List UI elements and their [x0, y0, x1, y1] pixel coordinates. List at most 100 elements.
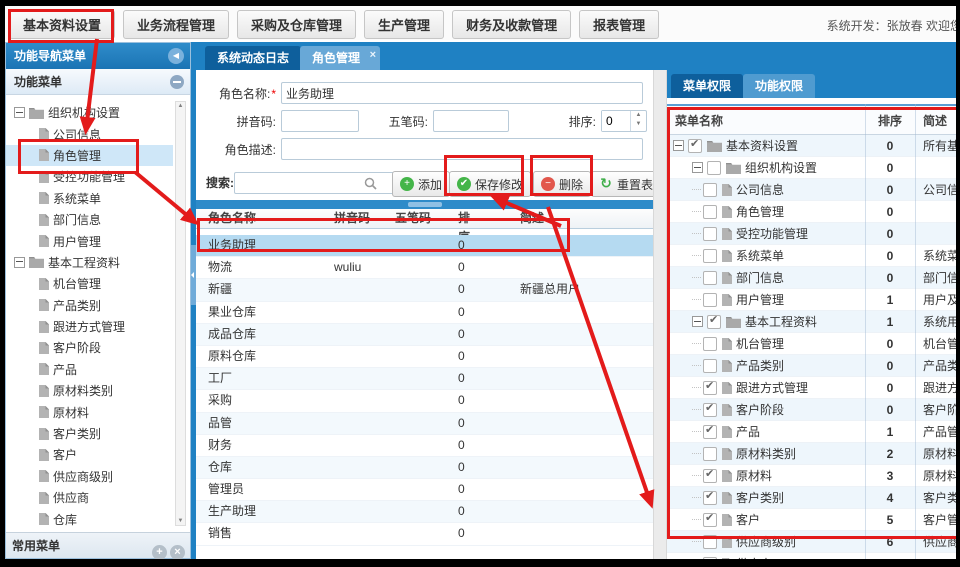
permission-tree-row[interactable]: 角色管理 0 [667, 201, 956, 223]
permission-tree-row[interactable]: 供应商 [667, 553, 956, 559]
role-table-row[interactable]: 成品仓库 0 [196, 324, 653, 346]
sidebar-tree-item[interactable]: 客户阶段 [6, 337, 173, 358]
step-up-icon[interactable]: ▲ [631, 111, 646, 120]
function-menu-header[interactable]: 功能菜单 [6, 69, 190, 95]
permission-tree-row[interactable]: 基本工程资料 1 系统用 [667, 311, 956, 333]
role-table-row[interactable]: 仓库 0 [196, 457, 653, 479]
permission-tree-row[interactable]: 基本资料设置 0 所有基 [667, 135, 956, 157]
sidebar-tree-item[interactable]: 产品 [6, 359, 173, 380]
permission-tree-row[interactable]: 用户管理 1 用户及 [667, 289, 956, 311]
sidebar-tree-item[interactable]: 受控功能管理 [6, 166, 173, 187]
column-menu-name[interactable]: 菜单名称 [675, 112, 723, 129]
column-desc[interactable]: 简述 [520, 209, 544, 228]
wubi-input[interactable] [433, 110, 509, 132]
top-menu-item[interactable]: 财务及收款管理 [452, 10, 571, 39]
scroll-down-icon[interactable]: ▼ [176, 518, 185, 524]
tree-collapse-icon[interactable] [14, 257, 25, 268]
role-table-row[interactable]: 物流 wuliu 0 [196, 257, 653, 279]
permission-tree-row[interactable]: 客户类别 4 客户类 [667, 487, 956, 509]
tree-collapse-icon[interactable] [14, 107, 25, 118]
toolbar-button[interactable]: − 删除 [533, 171, 591, 197]
permission-tree-row[interactable]: 产品 1 产品管 [667, 421, 956, 443]
horizontal-scrollbar[interactable] [196, 200, 653, 209]
permission-checkbox[interactable] [707, 315, 721, 329]
sidebar-tree-item[interactable]: 客户 [6, 444, 173, 465]
permission-checkbox[interactable] [703, 249, 717, 263]
permission-checkbox[interactable] [703, 535, 717, 549]
permission-tree-row[interactable]: 机台管理 0 机台管 [667, 333, 956, 355]
column-role-name[interactable]: 角色名称 [208, 209, 256, 228]
permission-checkbox[interactable] [688, 139, 702, 153]
permission-tree-row[interactable]: 原材料 3 原材料 [667, 465, 956, 487]
column-desc[interactable]: 简述 [923, 112, 947, 129]
permission-checkbox[interactable] [703, 403, 717, 417]
permission-tree-row[interactable]: 部门信息 0 部门信 [667, 267, 956, 289]
toolbar-button[interactable]: + 添加 [392, 171, 450, 197]
top-menu-item[interactable]: 业务流程管理 [123, 10, 229, 39]
step-down-icon[interactable]: ▼ [631, 120, 646, 129]
close-tab-icon[interactable]: × [370, 43, 376, 67]
permission-checkbox[interactable] [703, 491, 717, 505]
tab-function-permissions[interactable]: 功能权限 [743, 74, 815, 98]
sidebar-tree-item[interactable]: 产品类别 [6, 295, 173, 316]
role-table-row[interactable]: 工厂 0 [196, 368, 653, 390]
permission-checkbox[interactable] [703, 557, 717, 560]
tab-role-management[interactable]: 角色管理× [300, 46, 380, 70]
sidebar-tree-item[interactable]: 系统菜单 [6, 188, 173, 209]
tab-menu-permissions[interactable]: 菜单权限 [671, 74, 743, 98]
top-menu-item[interactable]: 采购及仓库管理 [237, 10, 356, 39]
sidebar-tree-item[interactable]: 原材料类别 [6, 380, 173, 401]
tree-collapse-icon[interactable] [673, 140, 684, 151]
tab-system-log[interactable]: 系统动态日志 [205, 46, 301, 70]
top-menu-item[interactable]: 基本资料设置 [9, 10, 115, 39]
column-pinyin[interactable]: 拼音码 [334, 209, 370, 228]
permission-checkbox[interactable] [703, 227, 717, 241]
permission-tree-row[interactable]: 系统菜单 0 系统菜 [667, 245, 956, 267]
sidebar-tree-item[interactable]: 基本工程资料 [6, 252, 173, 273]
role-table-row[interactable]: 原料仓库 0 [196, 346, 653, 368]
sidebar-tree-item[interactable]: 原材料 [6, 401, 173, 422]
minimize-panel-icon[interactable] [170, 75, 184, 89]
column-wubi[interactable]: 五笔码 [395, 209, 431, 228]
permission-tree-row[interactable]: 受控功能管理 0 [667, 223, 956, 245]
tree-collapse-icon[interactable] [692, 162, 703, 173]
permission-checkbox[interactable] [703, 425, 717, 439]
sidebar-tree-item[interactable]: 用户管理 [6, 230, 173, 251]
role-desc-input[interactable] [281, 138, 643, 160]
sidebar-tree-item[interactable]: 角色管理 [6, 145, 173, 166]
role-table-row[interactable]: 业务助理 0 [196, 235, 653, 257]
permission-checkbox[interactable] [703, 183, 717, 197]
top-menu-item[interactable]: 生产管理 [364, 10, 444, 39]
role-table-row[interactable]: 生产助理 0 [196, 501, 653, 523]
permission-checkbox[interactable] [703, 447, 717, 461]
top-menu-item[interactable]: 报表管理 [579, 10, 659, 39]
sidebar-tree-item[interactable]: 供应商级别 [6, 466, 173, 487]
permission-tree-row[interactable]: 供应商级别 6 供应商 [667, 531, 956, 553]
search-icon[interactable] [364, 177, 377, 190]
permission-tree-row[interactable]: 客户 5 客户管 [667, 509, 956, 531]
role-table-row[interactable]: 新疆 0 新疆总用户 [196, 279, 653, 301]
add-icon[interactable]: + [152, 545, 167, 559]
collapse-sidebar-icon[interactable]: ◀ [168, 48, 184, 64]
permission-checkbox[interactable] [703, 469, 717, 483]
role-table-row[interactable]: 管理员 0 [196, 479, 653, 501]
sidebar-tree-item[interactable]: 机台管理 [6, 273, 173, 294]
permission-tree-row[interactable]: 产品类别 0 产品类 [667, 355, 956, 377]
permission-checkbox[interactable] [703, 337, 717, 351]
permission-checkbox[interactable] [703, 513, 717, 527]
toolbar-button[interactable]: ✔ 保存修改 [449, 171, 531, 197]
permission-tree-row[interactable]: 客户阶段 0 客户阶 [667, 399, 956, 421]
sidebar-scrollbar[interactable]: ▲ ▼ [175, 101, 186, 526]
permission-checkbox[interactable] [703, 293, 717, 307]
permission-checkbox[interactable] [703, 359, 717, 373]
permission-checkbox[interactable] [703, 381, 717, 395]
role-table-row[interactable]: 品管 0 [196, 413, 653, 435]
sidebar-tree-item[interactable]: 跟进方式管理 [6, 316, 173, 337]
column-sort[interactable]: 排序 [865, 112, 915, 129]
permission-tree-row[interactable]: 跟进方式管理 0 跟进方 [667, 377, 956, 399]
common-menu-bar[interactable]: 常用菜单 +× [6, 532, 190, 558]
role-table-row[interactable]: 果业仓库 0 [196, 302, 653, 324]
permission-checkbox[interactable] [703, 271, 717, 285]
sidebar-tree-item[interactable]: 客户类别 [6, 423, 173, 444]
tree-collapse-icon[interactable] [692, 316, 703, 327]
